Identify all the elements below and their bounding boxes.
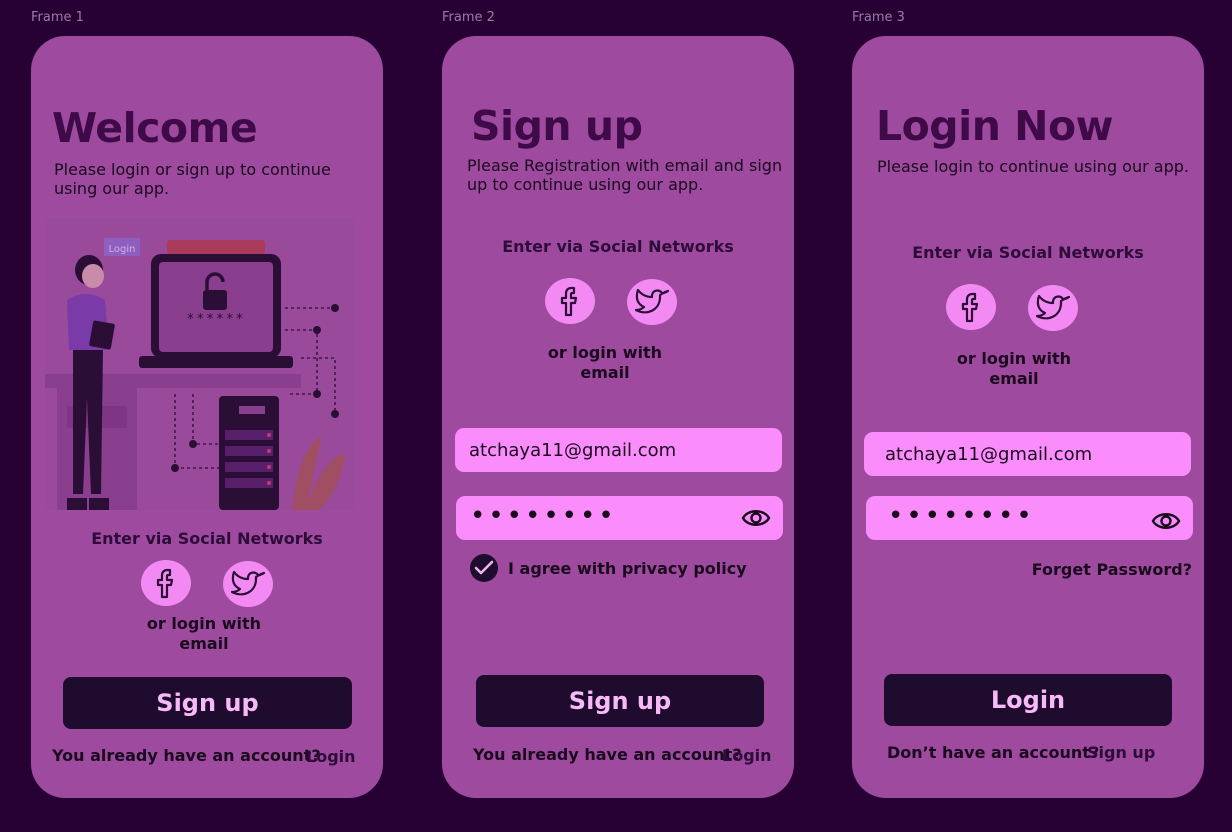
email-value: atchaya11@gmail.com [469,439,677,461]
or-login-with-email: or login with email [951,349,1077,389]
sign-up-button[interactable]: Sign up [476,675,764,727]
footer-text: You already have an account? [52,746,321,765]
footer-text: You already have an account? [473,745,742,764]
sign-up-button[interactable]: Sign up [63,677,352,729]
login-link[interactable]: Login [306,747,356,766]
or-login-with-email: or login with email [141,614,267,654]
eye-icon[interactable] [741,505,771,531]
frame-2-label: Frame 2 [442,10,495,25]
facebook-icon [961,292,979,323]
login-link[interactable]: Login [722,746,772,765]
password-value: •••••••• [888,501,1035,531]
forgot-password-link[interactable]: Forget Password? [1032,560,1192,579]
page-title: Sign up [471,102,643,150]
facebook-icon [560,286,578,317]
footer-text: Don’t have an account? [887,743,1100,762]
privacy-checkbox-label: I agree with privacy policy [508,559,747,578]
facebook-button[interactable] [141,560,191,606]
twitter-button[interactable] [223,561,273,607]
or-email-line-1: or login with [547,343,663,362]
or-login-with-email: or login with email [542,343,668,383]
check-icon [474,560,494,575]
frame-1-label: Frame 1 [31,10,84,25]
password-mask-text: ****** [186,312,246,327]
login-button[interactable]: Login [884,674,1172,726]
login-illustration [45,218,355,510]
twitter-button[interactable] [627,279,677,325]
privacy-checkbox[interactable] [470,554,498,582]
twitter-icon [1035,294,1071,320]
login-speech-tag: Login [108,243,136,255]
frame-welcome: Welcome Please login or sign up to conti… [31,36,383,798]
twitter-icon [230,570,266,596]
frame-login: Login Now Please login to continue using… [852,36,1204,798]
facebook-button[interactable] [946,284,996,330]
facebook-icon [156,568,174,599]
page-subtitle: Please login or sign up to continue usin… [54,160,331,198]
password-value: •••••••• [470,501,617,531]
email-field[interactable]: atchaya11@gmail.com [455,428,782,472]
email-value: atchaya11@gmail.com [885,443,1093,465]
email-field[interactable]: atchaya11@gmail.com [864,432,1191,476]
twitter-icon [634,288,670,314]
social-title: Enter via Social Networks [912,243,1144,262]
or-email-line-1: or login with [146,614,262,633]
social-title: Enter via Social Networks [502,237,734,256]
social-title: Enter via Social Networks [91,529,323,548]
password-field[interactable]: •••••••• [456,496,783,540]
page-subtitle: Please Registration with email and sign … [467,156,783,194]
facebook-button[interactable] [545,278,595,324]
page-title: Welcome [52,104,258,152]
frame-sign-up: Sign up Please Registration with email a… [442,36,794,798]
eye-icon[interactable] [1151,508,1181,534]
password-field[interactable]: •••••••• [866,496,1193,540]
or-email-line-1: or login with [956,349,1072,368]
page-subtitle: Please login to continue using our app. [877,157,1189,176]
sign-up-link[interactable]: Sign up [1087,743,1155,762]
or-email-line-2: email [179,634,229,653]
page-title: Login Now [876,102,1114,150]
frame-3-label: Frame 3 [852,10,905,25]
or-email-line-2: email [580,363,630,382]
or-email-line-2: email [989,369,1039,388]
twitter-button[interactable] [1028,285,1078,331]
